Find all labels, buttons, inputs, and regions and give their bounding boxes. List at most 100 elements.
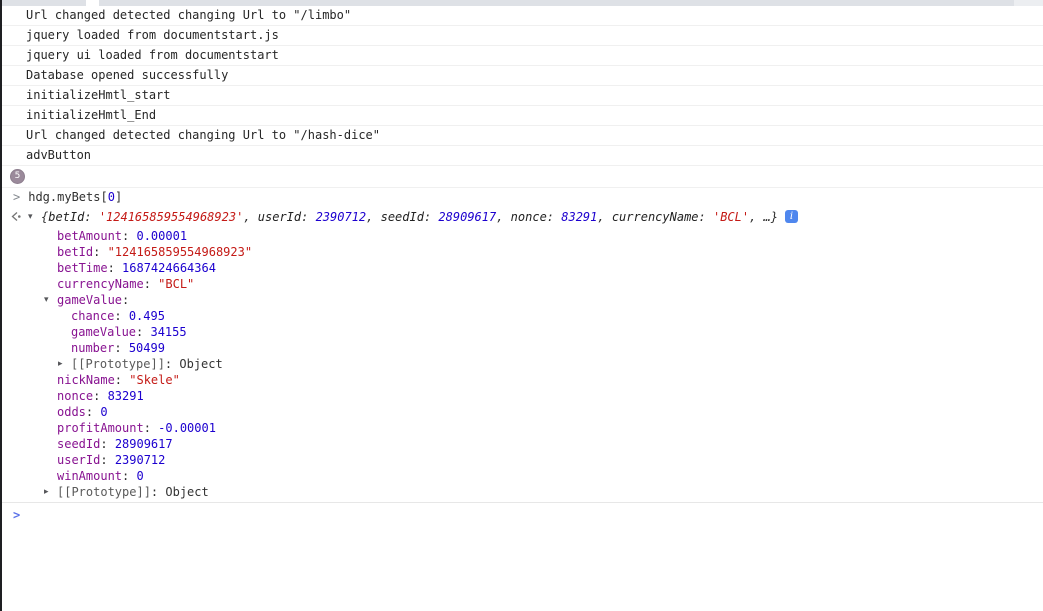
window-left-edge	[0, 0, 2, 611]
property-separator: :	[93, 244, 107, 260]
property-value: 50499	[129, 340, 165, 356]
object-preview[interactable]: {betId: '124165859554968923', userId: 23…	[41, 210, 778, 224]
property-row: ▾gameValue:	[0, 292, 1043, 308]
property-separator: :	[114, 308, 128, 324]
property-key: seedId	[57, 436, 100, 452]
code-token: ,	[366, 210, 380, 224]
code-token: nonce	[511, 210, 547, 224]
console-input-expression[interactable]: hdg.myBets[0]	[28, 190, 122, 204]
console-input-chevron-icon: >	[13, 190, 20, 204]
property-expander-icon[interactable]: ▸	[58, 356, 71, 372]
property-separator: :	[122, 468, 136, 484]
property-value: 2390712	[115, 452, 166, 468]
console-prompt-chevron-icon: >	[13, 508, 20, 522]
property-expander-icon[interactable]: ▸	[44, 484, 57, 500]
return-value-arrow-icon	[9, 210, 22, 223]
console-log-list: Url changed detected changing Url to "/l…	[0, 6, 1043, 166]
code-token: currencyName	[612, 210, 699, 224]
property-row: number: 50499	[0, 340, 1043, 356]
property-separator: :	[122, 228, 136, 244]
console-log-row: Url changed detected changing Url to "/h…	[0, 126, 1043, 146]
code-token: 2390712	[316, 210, 367, 224]
code-token: ]	[115, 190, 122, 204]
property-row: nonce: 83291	[0, 388, 1043, 404]
property-separator: :	[136, 324, 150, 340]
code-token: 0	[108, 190, 115, 204]
property-value: Object	[165, 484, 208, 500]
property-value: 34155	[150, 324, 186, 340]
code-token: ,	[496, 210, 510, 224]
property-value: 0	[136, 468, 143, 484]
property-separator: :	[86, 404, 100, 420]
property-value: 0.495	[129, 308, 165, 324]
property-separator: :	[100, 436, 114, 452]
object-expander-icon[interactable]: ▾	[28, 209, 41, 225]
code-token: betId	[48, 210, 84, 224]
property-separator: :	[115, 372, 129, 388]
property-row: userId: 2390712	[0, 452, 1043, 468]
property-key: currencyName	[57, 276, 144, 292]
property-value: Object	[179, 356, 222, 372]
property-row: seedId: 28909617	[0, 436, 1043, 452]
property-key: betTime	[57, 260, 108, 276]
property-row: ▸[[Prototype]]: Object	[0, 356, 1043, 372]
code-token: :	[424, 210, 438, 224]
console-log-row: Url changed detected changing Url to "/l…	[0, 6, 1043, 26]
console-badge-row: 5	[0, 166, 1043, 188]
property-key: chance	[71, 308, 114, 324]
code-token: 28909617	[438, 210, 496, 224]
property-key: gameValue	[71, 324, 136, 340]
console-log-row: jquery loaded from documentstart.js	[0, 26, 1043, 46]
property-key: profitAmount	[57, 420, 144, 436]
property-key: [[Prototype]]	[71, 356, 165, 372]
evaluated-info-icon[interactable]: i	[785, 210, 798, 223]
code-token: hdg.myBets[	[28, 190, 107, 204]
code-token: :	[301, 210, 315, 224]
property-key: odds	[57, 404, 86, 420]
property-key: nonce	[57, 388, 93, 404]
property-expander-icon[interactable]: ▾	[44, 292, 57, 308]
property-key: userId	[57, 452, 100, 468]
code-token: seedId	[381, 210, 424, 224]
code-token: :	[84, 210, 98, 224]
code-token: :	[547, 210, 561, 224]
console-prompt-row[interactable]: >	[0, 502, 1043, 527]
property-row: ▸[[Prototype]]: Object	[0, 484, 1043, 500]
property-value: 0.00001	[136, 228, 187, 244]
property-key: [[Prototype]]	[57, 484, 151, 500]
property-key: betAmount	[57, 228, 122, 244]
property-value: -0.00001	[158, 420, 216, 436]
code-token: 83291	[561, 210, 597, 224]
property-separator: :	[114, 340, 128, 356]
console-top-border	[2, 0, 1043, 6]
property-key: gameValue	[57, 292, 122, 308]
property-value: 0	[100, 404, 107, 420]
property-separator: :	[151, 484, 165, 500]
console-log-row: initializeHmtl_start	[0, 86, 1043, 106]
object-property-tree: betAmount: 0.00001betId: "12416585955496…	[0, 227, 1043, 500]
console-log-row: initializeHmtl_End	[0, 106, 1043, 126]
message-count-badge: 5	[10, 169, 25, 184]
property-value: 28909617	[115, 436, 173, 452]
console-log-row: jquery ui loaded from documentstart	[0, 46, 1043, 66]
code-token: 'BCL'	[713, 210, 749, 224]
code-token: :	[699, 210, 713, 224]
code-token: userId	[258, 210, 301, 224]
property-value: "124165859554968923"	[108, 244, 253, 260]
code-token: ,	[597, 210, 611, 224]
property-row: odds: 0	[0, 404, 1043, 420]
property-row: betAmount: 0.00001	[0, 228, 1043, 244]
scrollbar-corner	[1014, 0, 1043, 6]
property-row: gameValue: 34155	[0, 324, 1043, 340]
property-key: nickName	[57, 372, 115, 388]
property-separator: :	[100, 452, 114, 468]
property-row: profitAmount: -0.00001	[0, 420, 1043, 436]
property-value: 83291	[108, 388, 144, 404]
property-separator: :	[144, 420, 158, 436]
property-separator: :	[165, 356, 179, 372]
console-log-row: Database opened successfully	[0, 66, 1043, 86]
property-row: winAmount: 0	[0, 468, 1043, 484]
property-row: currencyName: "BCL"	[0, 276, 1043, 292]
console-input-echo-row: > hdg.myBets[0]	[0, 188, 1043, 206]
console-result-row: ▾ {betId: '124165859554968923', userId: …	[0, 206, 1043, 227]
